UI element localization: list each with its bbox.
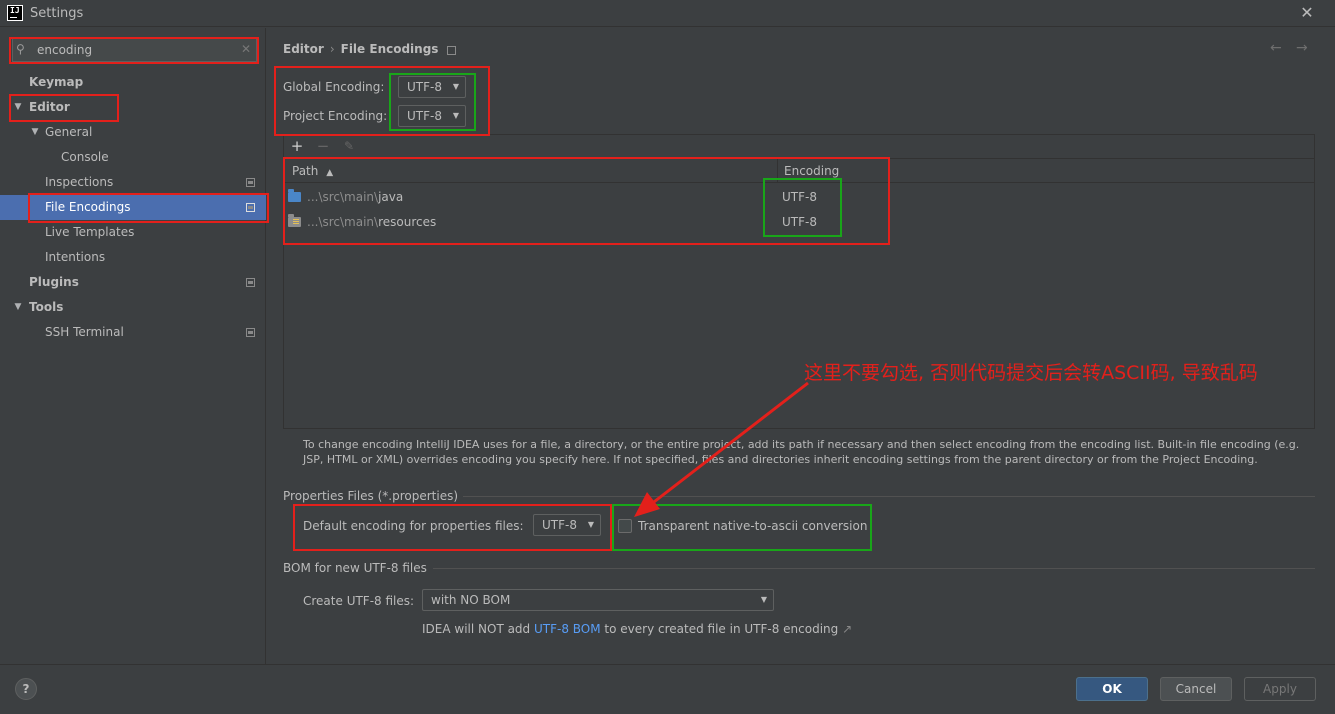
project-scope-icon [246, 328, 255, 337]
chevron-down-icon[interactable]: ▼ [29, 120, 41, 145]
highlight-editor [9, 94, 119, 122]
highlight-search [9, 37, 259, 64]
sidebar-item-inspections[interactable]: Inspections [0, 170, 266, 195]
bom-note-suffix: to every created file in UTF-8 encoding [600, 622, 839, 636]
remove-icon[interactable]: − [314, 137, 332, 155]
window-title: Settings [30, 6, 84, 21]
section-divider [433, 568, 1315, 569]
annotation-text: 这里不要勾选, 否则代码提交后会转ASCII码, 导致乱码 [804, 362, 1258, 384]
sidebar-item-label: Plugins [29, 275, 79, 289]
highlight-row-encodings [763, 178, 842, 237]
project-scope-icon [246, 178, 255, 187]
bom-select-value: with NO BOM [431, 593, 511, 607]
sidebar-item-label: Tools [29, 300, 64, 314]
sidebar-item-console[interactable]: Console [0, 145, 266, 170]
external-link-icon: ↗ [842, 622, 853, 636]
sidebar-item-label: Inspections [45, 175, 114, 189]
settings-dialog: IJ Settings ✕ ⚲ ✕ Keymap ▼ Editor ▼ Gene… [0, 0, 1335, 714]
intellij-app-icon: IJ [7, 5, 23, 21]
encoding-help-text: To change encoding IntelliJ IDEA uses fo… [303, 438, 1300, 466]
dropdown-arrow-icon: ▼ [760, 595, 767, 604]
sidebar-item-keymap[interactable]: Keymap [0, 70, 266, 95]
forward-arrow-icon[interactable]: → [1296, 40, 1308, 56]
sidebar-item-intentions[interactable]: Intentions [0, 245, 266, 270]
properties-section-title: Properties Files (*.properties) [283, 489, 459, 503]
utf8-bom-link[interactable]: UTF-8 BOM [534, 622, 601, 636]
dialog-footer: ? OK Cancel Apply [0, 664, 1335, 714]
chevron-down-icon[interactable]: ▼ [12, 295, 24, 320]
edit-icon[interactable]: ✎ [340, 137, 358, 155]
bom-select[interactable]: with NO BOM ▼ [422, 589, 774, 611]
highlight-utf8-values [389, 73, 476, 131]
sidebar-item-ssh-terminal[interactable]: SSH Terminal [0, 320, 266, 345]
sidebar-item-label: General [45, 125, 93, 139]
back-arrow-icon[interactable]: ← [1270, 40, 1282, 56]
highlight-properties-default [293, 504, 612, 551]
sidebar-item-label: Console [61, 150, 109, 164]
create-utf8-label: Create UTF-8 files: [303, 594, 415, 608]
bom-note-prefix: IDEA will NOT add [422, 622, 534, 636]
add-icon[interactable]: + [288, 137, 306, 155]
sidebar-item-label: Intentions [45, 250, 106, 264]
highlight-file-encodings [28, 193, 269, 223]
table-toolbar: + − ✎ [284, 135, 1314, 159]
sidebar-item-plugins[interactable]: Plugins [0, 270, 266, 295]
page-title: File Encodings [340, 42, 439, 56]
close-icon[interactable]: ✕ [1298, 3, 1316, 23]
sidebar-item-label: Keymap [29, 75, 84, 89]
help-button[interactable]: ? [15, 678, 37, 700]
ok-button[interactable]: OK [1076, 677, 1148, 701]
apply-button[interactable]: Apply [1244, 677, 1316, 701]
breadcrumb-separator: › [329, 42, 335, 56]
sidebar-item-label: SSH Terminal [45, 325, 124, 339]
sidebar-item-tools[interactable]: ▼ Tools [0, 295, 266, 320]
sidebar-item-label: Live Templates [45, 225, 135, 239]
project-scope-icon [447, 46, 456, 55]
sidebar-item-general[interactable]: ▼ General [0, 120, 266, 145]
breadcrumb: Editor › File Encodings [283, 42, 438, 56]
section-divider [463, 496, 1315, 497]
bom-note: IDEA will NOT add UTF-8 BOM to every cre… [422, 622, 852, 636]
sidebar-item-live-templates[interactable]: Live Templates [0, 220, 266, 245]
cancel-button[interactable]: Cancel [1160, 677, 1232, 701]
bom-section-title: BOM for new UTF-8 files [283, 561, 427, 575]
highlight-transparent-checkbox [612, 504, 872, 551]
project-scope-icon [246, 278, 255, 287]
title-bar: IJ Settings ✕ [0, 0, 1335, 27]
settings-sidebar: ⚲ ✕ Keymap ▼ Editor ▼ General Console In… [0, 28, 266, 664]
breadcrumb-parent[interactable]: Editor [283, 42, 324, 56]
